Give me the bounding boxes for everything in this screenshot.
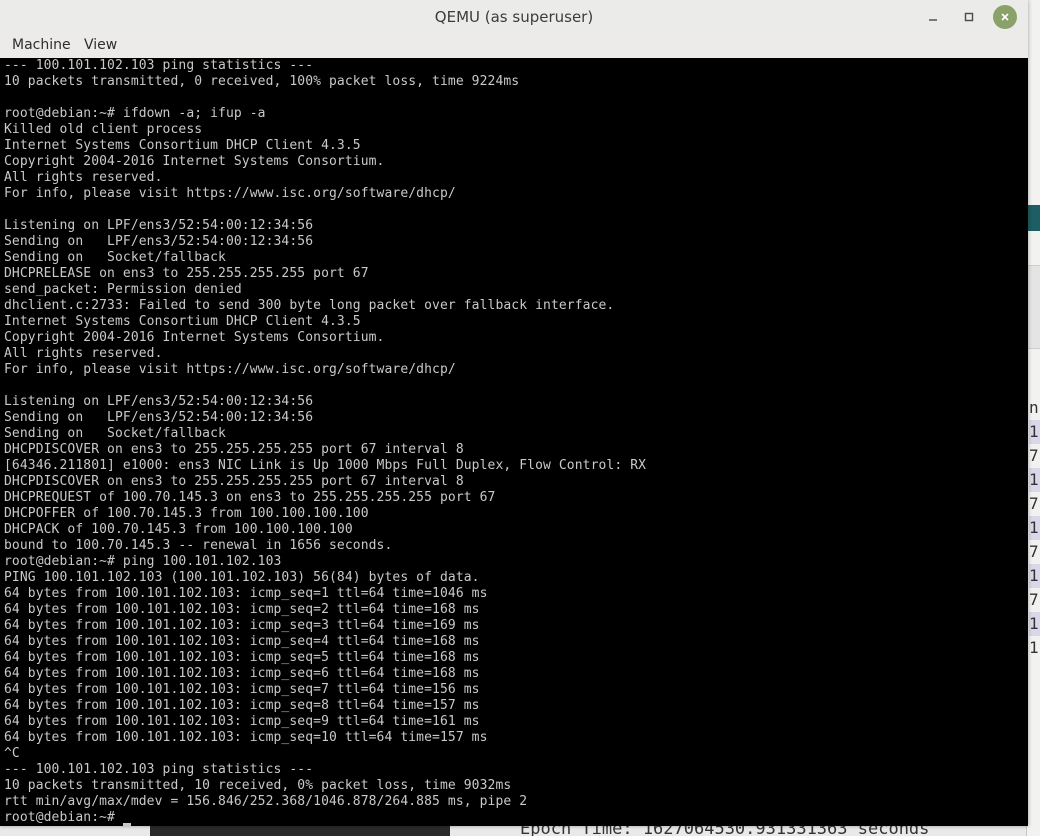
terminal-line: DHCPREQUEST of 100.70.145.3 on ens3 to 2… (4, 490, 496, 505)
titlebar[interactable]: QEMU (as superuser) (0, 0, 1028, 35)
close-icon (1001, 13, 1009, 21)
terminal-line: send_packet: Permission denied (4, 282, 242, 297)
terminal-line: Sending on LPF/ens3/52:54:00:12:34:56 (4, 234, 314, 249)
terminal-line: 64 bytes from 100.101.102.103: icmp_seq=… (4, 682, 480, 697)
background-window-panel (1028, 265, 1040, 349)
background-window-cell: n (1029, 398, 1039, 417)
terminal-line: ^C (4, 746, 20, 761)
terminal-line: DHCPDISCOVER on ens3 to 255.255.255.255 … (4, 474, 464, 489)
background-window-cell: 1 (1029, 638, 1039, 657)
terminal-line: --- 100.101.102.103 ping statistics --- (4, 762, 314, 777)
terminal-line: 64 bytes from 100.101.102.103: icmp_seq=… (4, 618, 480, 633)
terminal-line: 10 packets transmitted, 0 received, 100%… (4, 74, 520, 89)
background-window-cell: 7 (1029, 590, 1039, 609)
background-window-cell: 7 (1029, 446, 1039, 465)
terminal-line: dhclient.c:2733: Failed to send 300 byte… (4, 298, 615, 313)
terminal-line: All rights reserved. (4, 346, 163, 361)
terminal-line: PING 100.101.102.103 (100.101.102.103) 5… (4, 570, 480, 585)
terminal-line: Sending on Socket/fallback (4, 426, 226, 441)
terminal-line: DHCPOFFER of 100.70.145.3 from 100.100.1… (4, 506, 369, 521)
terminal-line: Copyright 2004-2016 Internet Systems Con… (4, 330, 385, 345)
terminal-line: DHCPRELEASE on ens3 to 255.255.255.255 p… (4, 266, 369, 281)
terminal-line: 64 bytes from 100.101.102.103: icmp_seq=… (4, 602, 480, 617)
terminal-line: Copyright 2004-2016 Internet Systems Con… (4, 154, 385, 169)
maximize-button[interactable] (957, 5, 981, 29)
terminal-line: DHCPDISCOVER on ens3 to 255.255.255.255 … (4, 442, 464, 457)
terminal-line: Sending on Socket/fallback (4, 250, 226, 265)
background-window-cell: 1 (1029, 516, 1040, 540)
terminal-line: Internet Systems Consortium DHCP Client … (4, 138, 361, 153)
terminal-line: Killed old client process (4, 122, 203, 137)
terminal-line: root@debian:~# ping 100.101.102.103 (4, 554, 282, 569)
terminal-cursor (123, 823, 132, 826)
terminal-line: 64 bytes from 100.101.102.103: icmp_seq=… (4, 730, 488, 745)
terminal-line: For info, please visit https://www.isc.o… (4, 186, 456, 201)
terminal-line: 64 bytes from 100.101.102.103: icmp_seq=… (4, 634, 480, 649)
qemu-window: QEMU (as superuser) Machine View --- 100… (0, 0, 1028, 826)
terminal-line: bound to 100.70.145.3 -- renewal in 1656… (4, 538, 393, 553)
background-window-header (1028, 205, 1040, 231)
terminal-line: 64 bytes from 100.101.102.103: icmp_seq=… (4, 698, 480, 713)
window-title: QEMU (as superuser) (434, 8, 594, 26)
background-window-cell: 1 (1029, 564, 1040, 588)
background-window-cell: 1 (1029, 420, 1040, 444)
background-window-cell: 7 (1029, 494, 1039, 513)
vm-console[interactable]: --- 100.101.102.103 ping statistics --- 1… (0, 58, 1028, 826)
terminal-line: --- 100.101.102.103 ping statistics --- (4, 58, 314, 73)
terminal-line: Internet Systems Consortium DHCP Client … (4, 314, 361, 329)
menubar: Machine View (0, 34, 1028, 57)
terminal-line: rtt min/avg/max/mdev = 156.846/252.368/1… (4, 794, 528, 809)
terminal-line: 64 bytes from 100.101.102.103: icmp_seq=… (4, 650, 480, 665)
background-window-cell: 7 (1029, 542, 1039, 561)
terminal-line: Listening on LPF/ens3/52:54:00:12:34:56 (4, 218, 314, 233)
terminal-line: Listening on LPF/ens3/52:54:00:12:34:56 (4, 394, 314, 409)
background-terminal (150, 826, 450, 836)
terminal-line: Sending on LPF/ens3/52:54:00:12:34:56 (4, 410, 314, 425)
terminal-line: 10 packets transmitted, 10 received, 0% … (4, 778, 512, 793)
background-window-cell: 1 (1029, 612, 1040, 636)
maximize-icon (964, 12, 974, 22)
background-window-column: n 1 7 1 7 1 7 1 7 1 1 (1029, 396, 1040, 660)
background-window-cell: 1 (1029, 468, 1040, 492)
terminal-line: DHCPACK of 100.70.145.3 from 100.100.100… (4, 522, 353, 537)
terminal-line: For info, please visit https://www.isc.o… (4, 362, 456, 377)
minimize-button[interactable] (921, 5, 945, 29)
terminal-line: root@debian:~# ifdown -a; ifup -a (4, 106, 266, 121)
terminal-line: 64 bytes from 100.101.102.103: icmp_seq=… (4, 714, 480, 729)
menu-view[interactable]: View (84, 34, 117, 57)
terminal-line: All rights reserved. (4, 170, 163, 185)
terminal-line: 64 bytes from 100.101.102.103: icmp_seq=… (4, 586, 488, 601)
menu-machine[interactable]: Machine (12, 34, 71, 57)
terminal-line: [64346.211801] e1000: ens3 NIC Link is U… (4, 458, 647, 473)
minimize-icon (929, 19, 937, 21)
terminal-line: 64 bytes from 100.101.102.103: icmp_seq=… (4, 666, 480, 681)
terminal-line: root@debian:~# (4, 810, 115, 825)
close-button[interactable] (993, 5, 1017, 29)
